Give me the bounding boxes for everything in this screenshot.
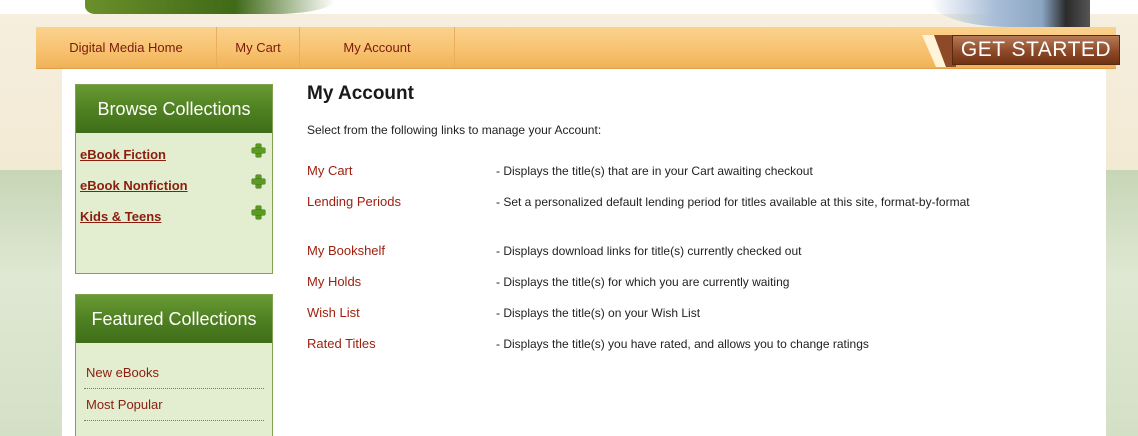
link-lending-periods[interactable]: Lending Periods xyxy=(307,194,401,209)
expand-plus-icon[interactable] xyxy=(252,144,265,157)
link-wish-list[interactable]: Wish List xyxy=(307,305,360,320)
link-description: - Set a personalized default lending per… xyxy=(496,195,970,209)
link-my-holds[interactable]: My Holds xyxy=(307,274,361,289)
main-nav: Digital Media Home My Cart My Account GE… xyxy=(36,27,1120,69)
featured-collections-list: New eBooks Most Popular xyxy=(76,343,272,421)
banner-person-graphic xyxy=(930,0,1090,27)
page: Digital Media Home My Cart My Account GE… xyxy=(0,0,1138,436)
expand-plus-icon[interactable] xyxy=(252,175,265,188)
background-left xyxy=(0,170,62,436)
link-my-cart[interactable]: My Cart xyxy=(307,163,353,178)
content-panel: Browse Collections eBook Fiction eBook N… xyxy=(62,69,1106,436)
list-item: eBook Fiction xyxy=(76,141,272,172)
link-description: - Displays the title(s) you have rated, … xyxy=(496,337,869,351)
account-intro: Select from the following links to manag… xyxy=(307,123,602,137)
link-description: - Displays download links for title(s) c… xyxy=(496,244,802,258)
page-title: My Account xyxy=(307,83,414,104)
browse-collections-title: Browse Collections xyxy=(76,85,272,133)
featured-collections-title: Featured Collections xyxy=(76,295,272,343)
link-description: - Displays the title(s) that are in your… xyxy=(496,164,813,178)
list-item: eBook Nonfiction xyxy=(76,172,272,203)
nav-my-account[interactable]: My Account xyxy=(300,27,455,68)
link-description: - Displays the title(s) for which you ar… xyxy=(496,275,790,289)
list-item: Kids & Teens xyxy=(76,203,272,234)
get-started-button[interactable]: GET STARTED xyxy=(922,27,1120,68)
link-rated-titles[interactable]: Rated Titles xyxy=(307,336,376,351)
browse-item-ebook-nonfiction[interactable]: eBook Nonfiction xyxy=(80,178,188,194)
banner-leaf-graphic xyxy=(85,0,335,14)
get-started-label: GET STARTED xyxy=(952,35,1120,65)
browse-item-ebook-fiction[interactable]: eBook Fiction xyxy=(80,147,166,163)
featured-item-new-ebooks[interactable]: New eBooks xyxy=(84,357,264,389)
browse-collections-list: eBook Fiction eBook Nonfiction Kids & Te… xyxy=(76,133,272,234)
expand-plus-icon[interactable] xyxy=(252,206,265,219)
link-description: - Displays the title(s) on your Wish Lis… xyxy=(496,306,701,320)
featured-item-most-popular[interactable]: Most Popular xyxy=(84,389,264,421)
nav-digital-media-home[interactable]: Digital Media Home xyxy=(36,27,217,68)
background-right xyxy=(1106,170,1138,436)
get-started-wedge-icon xyxy=(922,35,956,67)
browse-item-kids-teens[interactable]: Kids & Teens xyxy=(80,209,161,225)
nav-my-cart[interactable]: My Cart xyxy=(217,27,300,68)
browse-collections-box: Browse Collections eBook Fiction eBook N… xyxy=(75,84,273,274)
link-my-bookshelf[interactable]: My Bookshelf xyxy=(307,243,385,258)
featured-collections-box: Featured Collections New eBooks Most Pop… xyxy=(75,294,273,436)
